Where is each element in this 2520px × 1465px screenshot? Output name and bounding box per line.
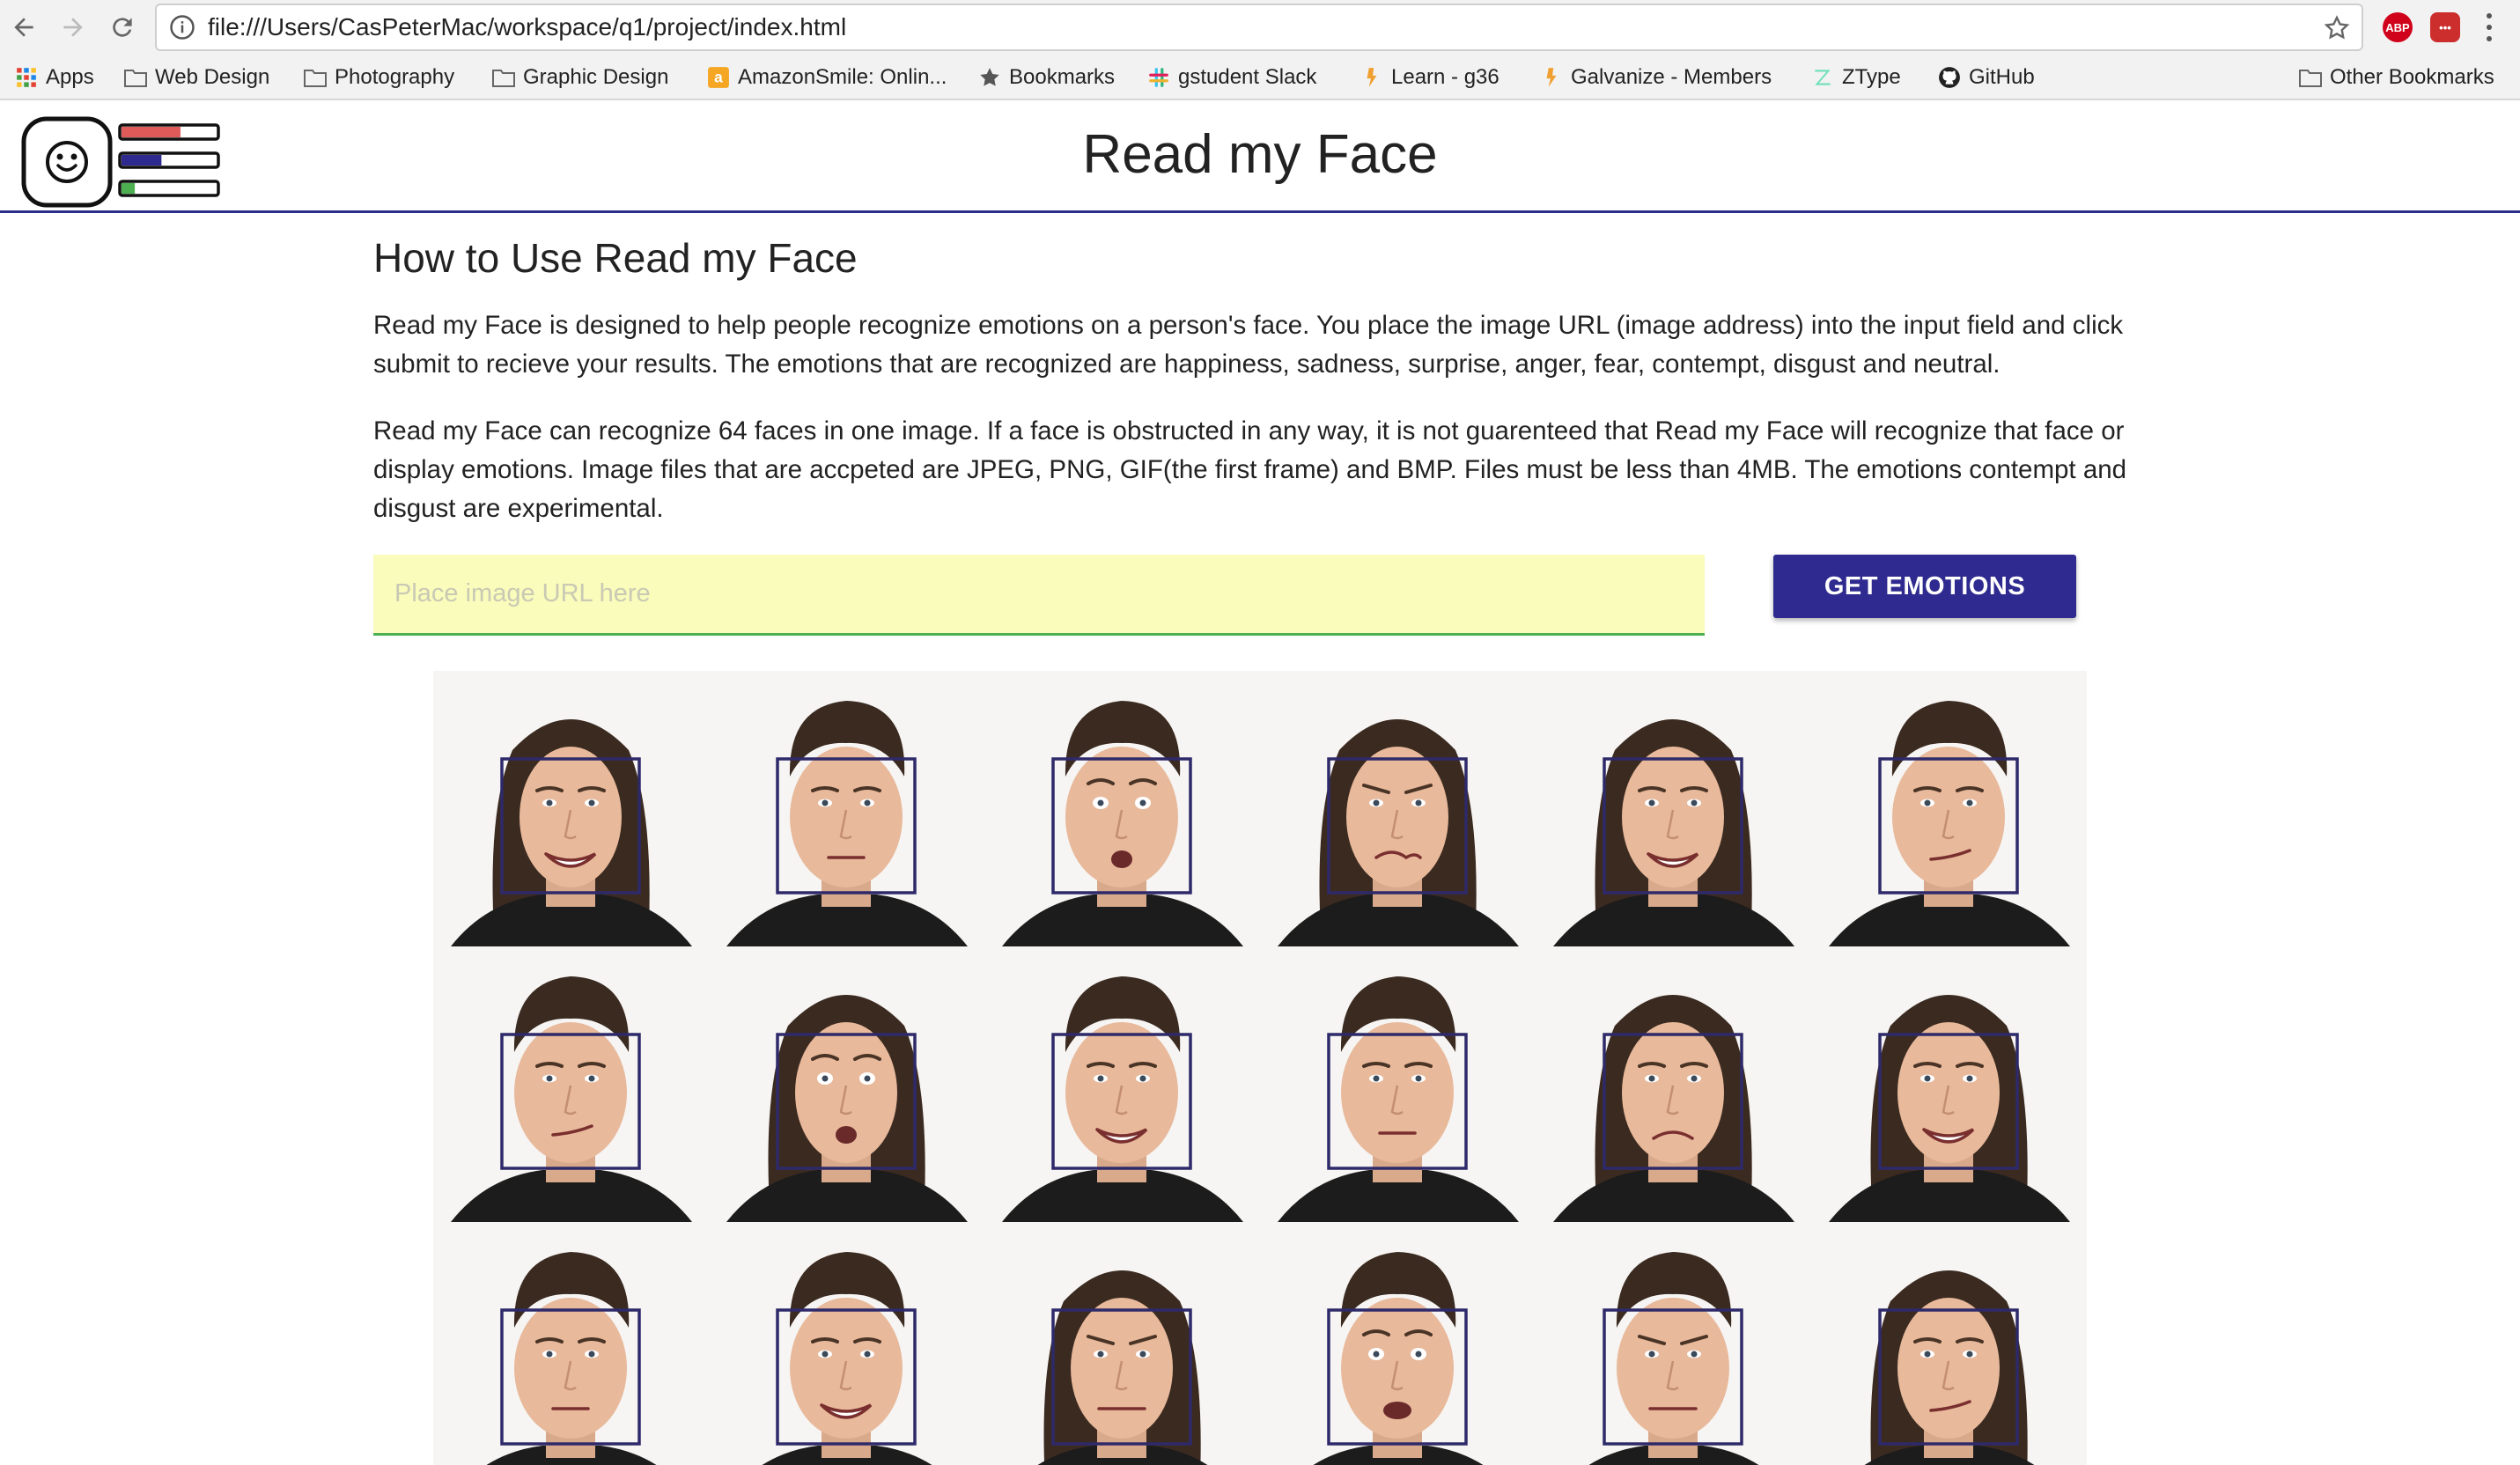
face-photo bbox=[1536, 671, 1811, 946]
section-heading: How to Use Read my Face bbox=[373, 235, 858, 281]
folder-icon bbox=[303, 66, 328, 89]
arrow-right-icon bbox=[63, 18, 83, 37]
bookmark-graphic-design[interactable]: Graphic Design bbox=[491, 62, 668, 93]
face-tile bbox=[433, 946, 709, 1222]
image-url-input[interactable] bbox=[373, 555, 1705, 636]
bookmark-label: gstudent Slack bbox=[1178, 65, 1317, 89]
address-url: file:///Users/CasPeterMac/workspace/q1/p… bbox=[208, 13, 847, 40]
bookmark-label: Web Design bbox=[155, 65, 270, 89]
bookmark-galvanize-members[interactable]: Galvanize - Members bbox=[1539, 62, 1772, 93]
face-photo bbox=[1536, 1222, 1811, 1465]
galvanize-icon bbox=[1539, 66, 1564, 89]
ztype-icon bbox=[1810, 66, 1835, 89]
browser-toolbar: file:///Users/CasPeterMac/workspace/q1/p… bbox=[0, 0, 2520, 55]
face-photo bbox=[709, 671, 984, 946]
folder-icon bbox=[491, 66, 516, 89]
browser-menu-button[interactable] bbox=[2476, 11, 2502, 44]
face-tile bbox=[1260, 1222, 1536, 1465]
face-tile bbox=[1536, 1222, 1811, 1465]
bookmark-amazonsmile[interactable]: a AmazonSmile: Onlin... bbox=[706, 62, 947, 93]
bookmark-label: ZType bbox=[1842, 65, 1901, 89]
svg-text:a: a bbox=[714, 68, 723, 85]
bookmark-label: Other Bookmarks bbox=[2330, 65, 2494, 89]
face-tile bbox=[1811, 946, 2087, 1222]
face-tile bbox=[1811, 1222, 2087, 1465]
face-photo bbox=[433, 946, 709, 1222]
face-photo bbox=[433, 1222, 709, 1465]
browser-chrome: file:///Users/CasPeterMac/workspace/q1/p… bbox=[0, 0, 2520, 100]
bookmark-learn-g36[interactable]: Learn - g36 bbox=[1359, 62, 1499, 93]
face-photo bbox=[984, 671, 1260, 946]
bookmark-bookmarks[interactable]: Bookmarks bbox=[977, 62, 1115, 93]
face-photo bbox=[1811, 946, 2087, 1222]
bookmark-label: AmazonSmile: Onlin... bbox=[738, 65, 947, 89]
bookmark-label: Apps bbox=[46, 65, 94, 89]
other-bookmarks[interactable]: Other Bookmarks bbox=[2298, 62, 2494, 93]
bookmark-web-design[interactable]: Web Design bbox=[123, 62, 269, 93]
face-photo bbox=[1811, 1222, 2087, 1465]
description-paragraph: Read my Face can recognize 64 faces in o… bbox=[373, 416, 2127, 523]
face-tile bbox=[1811, 671, 2087, 946]
face-photo bbox=[709, 1222, 984, 1465]
bookmark-apps[interactable]: Apps bbox=[14, 62, 94, 93]
face-tile bbox=[1536, 946, 1811, 1222]
face-tile bbox=[709, 946, 984, 1222]
face-tile bbox=[433, 671, 709, 946]
bookmark-label: Galvanize - Members bbox=[1571, 65, 1772, 89]
face-tile bbox=[1536, 671, 1811, 946]
address-bar[interactable]: file:///Users/CasPeterMac/workspace/q1/p… bbox=[155, 4, 2363, 51]
adblock-plus-icon[interactable]: ABP bbox=[2383, 12, 2413, 42]
folder-icon bbox=[123, 66, 148, 89]
slack-icon bbox=[1146, 66, 1171, 89]
github-icon bbox=[1937, 66, 1962, 89]
face-photo bbox=[1260, 1222, 1536, 1465]
lastpass-icon[interactable]: ••• bbox=[2430, 12, 2460, 42]
bookmarks-bar: Apps Web Design Photography Graphic Desi… bbox=[0, 58, 2520, 97]
amazon-icon: a bbox=[706, 66, 731, 89]
bookmark-github[interactable]: GitHub bbox=[1937, 62, 2035, 93]
galvanize-icon bbox=[1359, 66, 1384, 89]
face-tile bbox=[984, 1222, 1260, 1465]
face-photo bbox=[1536, 946, 1811, 1222]
face-photo bbox=[984, 1222, 1260, 1465]
face-photo bbox=[1260, 946, 1536, 1222]
star-icon[interactable] bbox=[2323, 14, 2351, 42]
star-icon bbox=[977, 66, 1002, 89]
faces-result-image bbox=[433, 671, 2087, 1465]
bookmark-label: GitHub bbox=[1969, 65, 2035, 89]
bookmark-gstudent-slack[interactable]: gstudent Slack bbox=[1146, 62, 1316, 93]
arrow-left-icon bbox=[14, 18, 33, 37]
face-tile bbox=[433, 1222, 709, 1465]
face-tile bbox=[984, 671, 1260, 946]
face-tile bbox=[1260, 946, 1536, 1222]
bookmark-label: Photography bbox=[335, 65, 455, 89]
bookmark-label: Graphic Design bbox=[523, 65, 669, 89]
face-tile bbox=[1260, 671, 1536, 946]
face-photo bbox=[433, 671, 709, 946]
bookmark-label: Learn - g36 bbox=[1391, 65, 1499, 89]
face-tile bbox=[709, 1222, 984, 1465]
info-icon[interactable] bbox=[169, 14, 195, 40]
bookmark-photography[interactable]: Photography bbox=[303, 62, 454, 93]
get-emotions-button[interactable]: GET EMOTIONS bbox=[1773, 555, 2076, 618]
face-photo bbox=[1260, 671, 1536, 946]
folder-icon bbox=[2298, 66, 2323, 89]
face-tile bbox=[709, 671, 984, 946]
forward-button[interactable] bbox=[55, 9, 92, 46]
face-tile bbox=[984, 946, 1260, 1222]
face-photo bbox=[1811, 671, 2087, 946]
face-photo bbox=[709, 946, 984, 1222]
app-header: Read my Face bbox=[0, 100, 2520, 213]
bookmark-ztype[interactable]: ZType bbox=[1810, 62, 1901, 93]
reload-icon bbox=[113, 18, 132, 37]
apps-grid-icon bbox=[14, 66, 39, 89]
back-button[interactable] bbox=[5, 9, 42, 46]
reload-button[interactable] bbox=[104, 9, 141, 46]
description-paragraph: Read my Face is designed to help people … bbox=[373, 311, 2124, 379]
page-title: Read my Face bbox=[1082, 124, 1438, 185]
face-photo bbox=[984, 946, 1260, 1222]
bookmark-label: Bookmarks bbox=[1009, 65, 1116, 89]
